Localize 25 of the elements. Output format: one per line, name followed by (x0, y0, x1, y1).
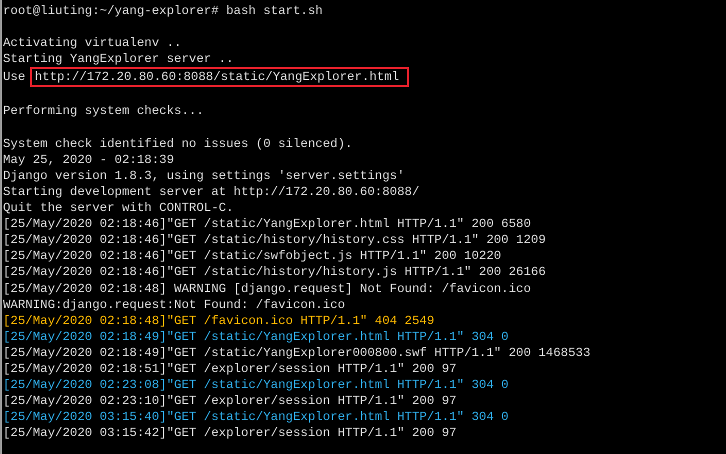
terminal-line: [25/May/2020 02:18:49]"GET /static/YangExplorer000800.swf HTTP/1.1" 200 1468533 (3, 344, 590, 361)
terminal-line: [25/May/2020 02:18:46]"GET /static/YangExplorer.html HTTP/1.1" 200 6580 (3, 216, 531, 232)
terminal-line: [25/May/2020 03:15:40]"GET /static/YangExplorer.html HTTP/1.1" 304 0 (3, 409, 509, 426)
terminal-line: Quit the server with CONTROL-C. (3, 200, 234, 216)
terminal-line: [25/May/2020 02:18:51]"GET /explorer/session HTTP/1.1" 200 97 (3, 360, 457, 378)
terminal-line: [25/May/2020 03:15:42]"GET /explorer/session HTTP/1.1" 200 97 (3, 425, 457, 442)
terminal-line: System check identified no issues (0 silenced). (3, 136, 352, 152)
terminal-line: Django version 1.8.3, using settings 'server.settings' (3, 168, 405, 184)
terminal-line: [25/May/2020 02:18:48]"GET /favicon.ico HTTP/1.1" 404 2549 (3, 312, 434, 329)
terminal-line: [25/May/2020 02:18:48] WARNING [django.request] Not Found: /favicon.ico (3, 280, 531, 297)
terminal-line: [25/May/2020 02:18:46]"GET /static/history/history.css HTTP/1.1" 200 1209 (3, 232, 546, 248)
terminal-line: [25/May/2020 02:18:49]"GET /static/YangExplorer.html HTTP/1.1" 304 0 (3, 328, 509, 345)
terminal-line: root@liuting:~/yang-explorer# bash start.sh (3, 3, 323, 20)
terminal-line: May 25, 2020 - 02:18:39 (3, 152, 174, 168)
terminal-line: Activating virtualenv .. (3, 35, 182, 52)
terminal-line: [25/May/2020 02:23:08]"GET /static/YangExplorer.html HTTP/1.1" 304 0 (3, 377, 509, 394)
terminal-line: [25/May/2020 02:18:46]"GET /static/swfobject.js HTTP/1.1" 200 10220 (3, 248, 502, 264)
terminal-line: [25/May/2020 02:23:10]"GET /explorer/session HTTP/1.1" 200 97 (3, 393, 457, 410)
terminal-line: Starting development server at http://172.20.80.60:8088/ (3, 184, 420, 200)
terminal-line: Performing system checks... (3, 103, 204, 120)
terminal-line: Starting YangExplorer server .. (3, 51, 234, 68)
terminal-line: WARNING:django.request:Not Found: /favicon.ico (3, 296, 346, 313)
terminal-line: [25/May/2020 02:18:46]"GET /static/history/history.js HTTP/1.1" 200 26166 (3, 264, 546, 280)
terminal-line: Use (3, 69, 26, 86)
highlighted-url: http://172.20.80.60:8088/static/YangExplorer.html (30, 67, 410, 88)
